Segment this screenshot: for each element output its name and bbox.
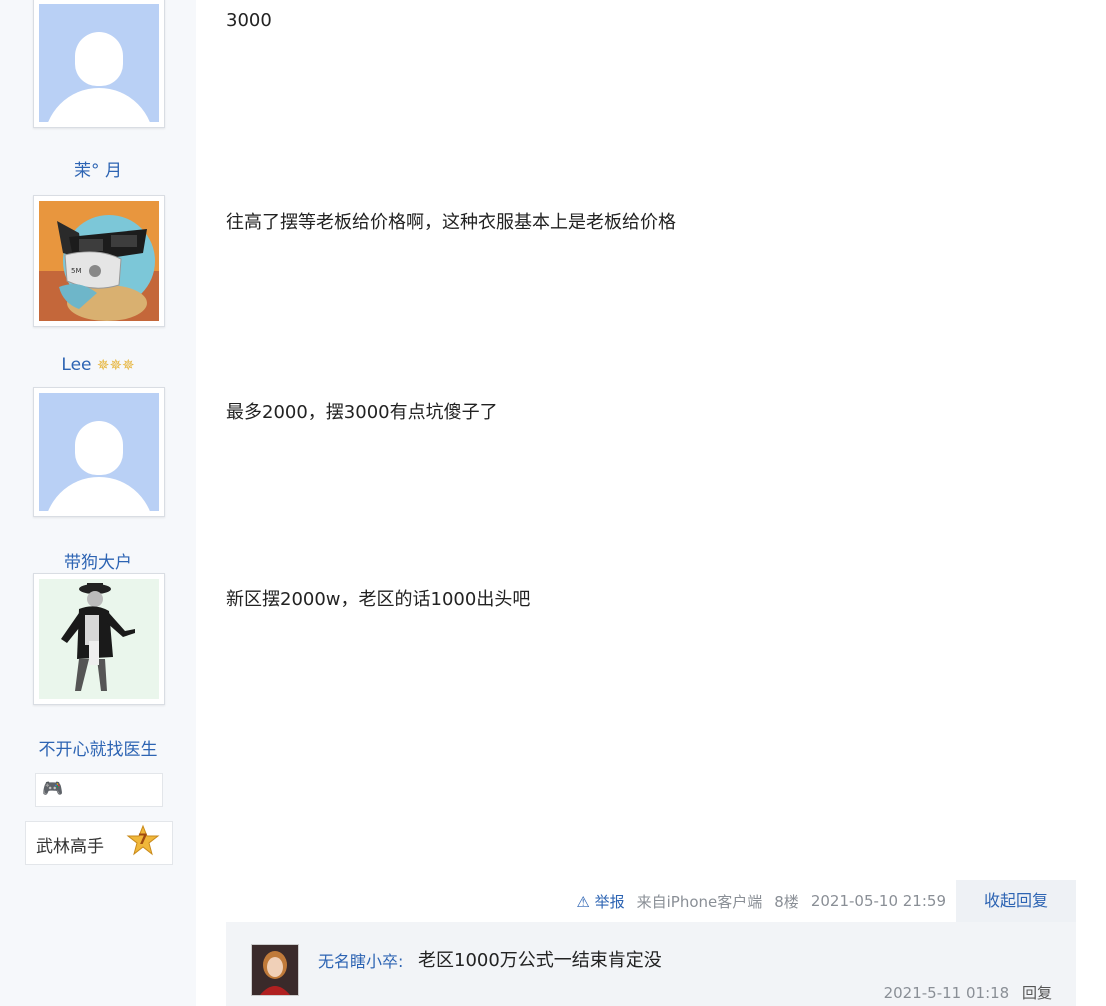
avatar-squirtle[interactable]: 5M	[33, 195, 165, 327]
report-link[interactable]: ⚠ 举报	[576, 891, 624, 912]
username-lee-text: Lee	[61, 355, 92, 375]
client-source: 来自iPhone客户端	[636, 892, 763, 911]
default-avatar-icon	[39, 393, 159, 511]
squirtle-avatar-image: 5M	[39, 201, 159, 321]
comment-reply-button[interactable]: 回复	[1022, 984, 1052, 1002]
rank-level: 7	[138, 832, 148, 848]
avatar-default[interactable]	[33, 0, 165, 128]
comment-time: 2021-5-11 01:18	[883, 984, 1010, 1002]
badge-row: 🎮	[35, 773, 163, 807]
rank-badge[interactable]: 武林高手 7	[25, 821, 173, 865]
gamepad-icon[interactable]: 🎮	[42, 779, 63, 799]
dancer-avatar-image	[39, 579, 159, 699]
username-link[interactable]: 带狗大户	[0, 548, 196, 573]
rank-label: 武林高手	[36, 837, 104, 857]
rank-star-icon: 7	[126, 824, 160, 858]
post-footer: ⚠ 举报 来自iPhone客户端 8楼 2021-05-10 21:59 收起回…	[196, 880, 1106, 922]
warning-icon: ⚠	[576, 892, 590, 911]
comment-username[interactable]: 无名瞎小卒:	[318, 948, 403, 972]
reply-area: 无名瞎小卒: 老区1000万公式一结束肯定没 2021-5-11 01:18 回…	[226, 922, 1076, 1006]
post-content-4: 新区摆2000w，老区的话1000出头吧	[226, 589, 531, 610]
default-avatar-icon	[39, 4, 159, 122]
username-lee[interactable]: Lee ✵✵✵	[0, 355, 196, 375]
comment-text: 老区1000万公式一结束肯定没	[418, 950, 662, 971]
comment-avatar[interactable]	[251, 944, 299, 996]
post-content-1: 3000	[226, 10, 272, 31]
floor-number: 8楼	[774, 892, 799, 911]
username-link[interactable]: 茉° 月	[0, 156, 196, 181]
post-content-3: 最多2000，摆3000有点坑傻子了	[226, 402, 498, 423]
post-content-2: 往高了摆等老板给价格啊，这种衣服基本上是老板给价格	[226, 212, 676, 233]
comment-meta: 2021-5-11 01:18 回复	[884, 982, 1052, 1003]
post-time: 2021-05-10 21:59	[810, 892, 946, 910]
collapse-reply-button[interactable]: 收起回复	[955, 880, 1076, 922]
report-label: 举报	[594, 892, 625, 911]
avatar-dancer[interactable]	[33, 573, 165, 705]
svg-text:5M: 5M	[71, 267, 82, 275]
username-link[interactable]: 不开心就找医生	[0, 735, 196, 760]
user-sidebar: 茉° 月 5M Lee ✵✵✵ 带狗大户 不开心就找医生 🎮 武林高手 7	[0, 0, 196, 1006]
star-badge-icon: ✵✵✵	[96, 356, 135, 374]
avatar-default-2[interactable]	[33, 387, 165, 517]
